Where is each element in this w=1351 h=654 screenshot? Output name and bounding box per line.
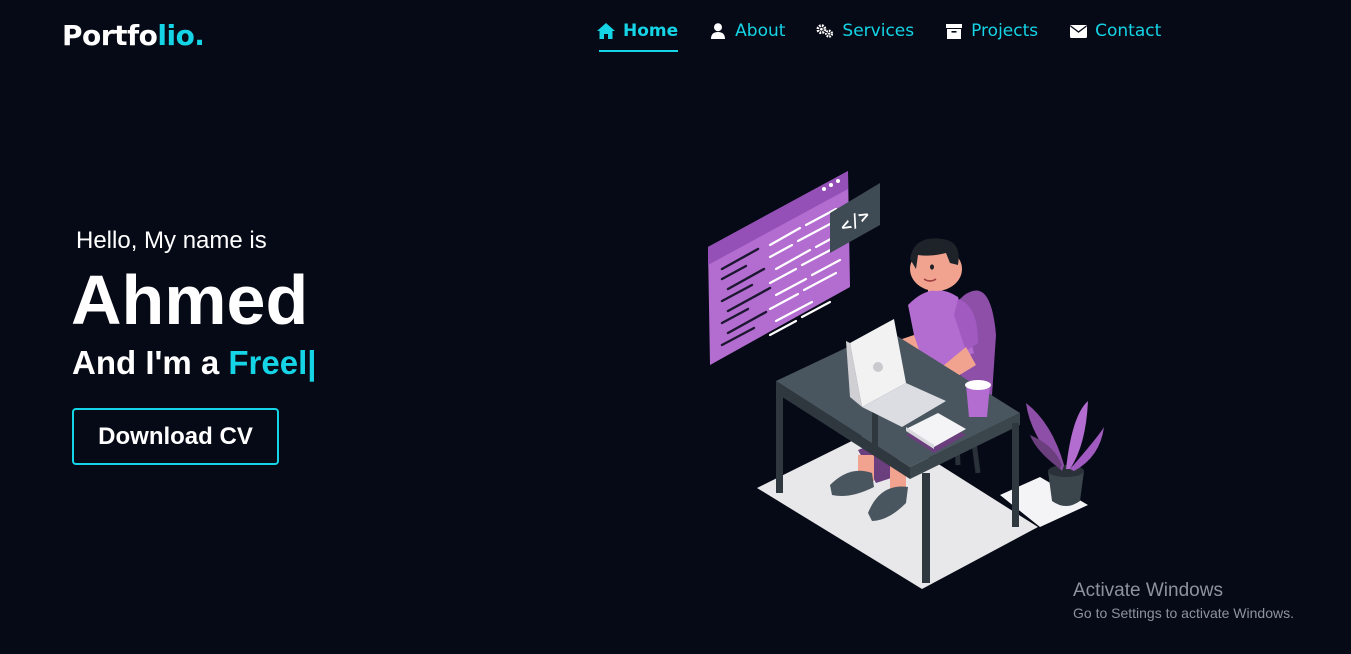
gears-icon — [816, 22, 834, 40]
nav-about-label: About — [735, 21, 786, 41]
portfolio-page: Portfolio. Home About Services Projects … — [0, 0, 1351, 654]
hero-role: And I'm a Freel| — [72, 344, 316, 382]
hero-greeting: Hello, My name is — [76, 227, 267, 254]
home-icon — [597, 22, 615, 40]
nav-about[interactable]: About — [709, 18, 785, 44]
coffee-cup — [965, 380, 991, 417]
envelope-icon — [1069, 22, 1087, 40]
hero-role-prefix: And I'm a — [72, 344, 229, 381]
nav-services-label: Services — [842, 21, 915, 41]
watermark-subtitle: Go to Settings to activate Windows. — [1073, 605, 1294, 621]
watermark-title: Activate Windows — [1073, 580, 1223, 601]
download-cv-button[interactable]: Download CV — [72, 408, 279, 465]
nav-home-label: Home — [623, 21, 679, 41]
site-logo[interactable]: Portfolio. — [62, 18, 205, 54]
logo-text: Portfo — [62, 19, 158, 52]
nav-projects-label: Projects — [971, 21, 1039, 41]
nav-projects[interactable]: Projects — [945, 18, 1038, 44]
nav-contact[interactable]: Contact — [1069, 18, 1161, 44]
windows-activation-watermark: Activate Windows Go to Settings to activ… — [1073, 580, 1294, 621]
hero-role-typed: Freel| — [228, 344, 317, 381]
nav-home[interactable]: Home — [597, 18, 679, 52]
developer-illustration: </> — [708, 171, 1104, 589]
hero-name: Ahmed — [71, 261, 309, 339]
user-icon — [709, 22, 727, 40]
archive-icon — [945, 22, 963, 40]
code-window — [708, 171, 850, 365]
logo-accent-text: lio. — [157, 19, 205, 52]
nav-contact-label: Contact — [1095, 21, 1162, 41]
main-nav: Home About Services Projects Contact — [597, 18, 1192, 52]
nav-services[interactable]: Services — [816, 18, 914, 44]
